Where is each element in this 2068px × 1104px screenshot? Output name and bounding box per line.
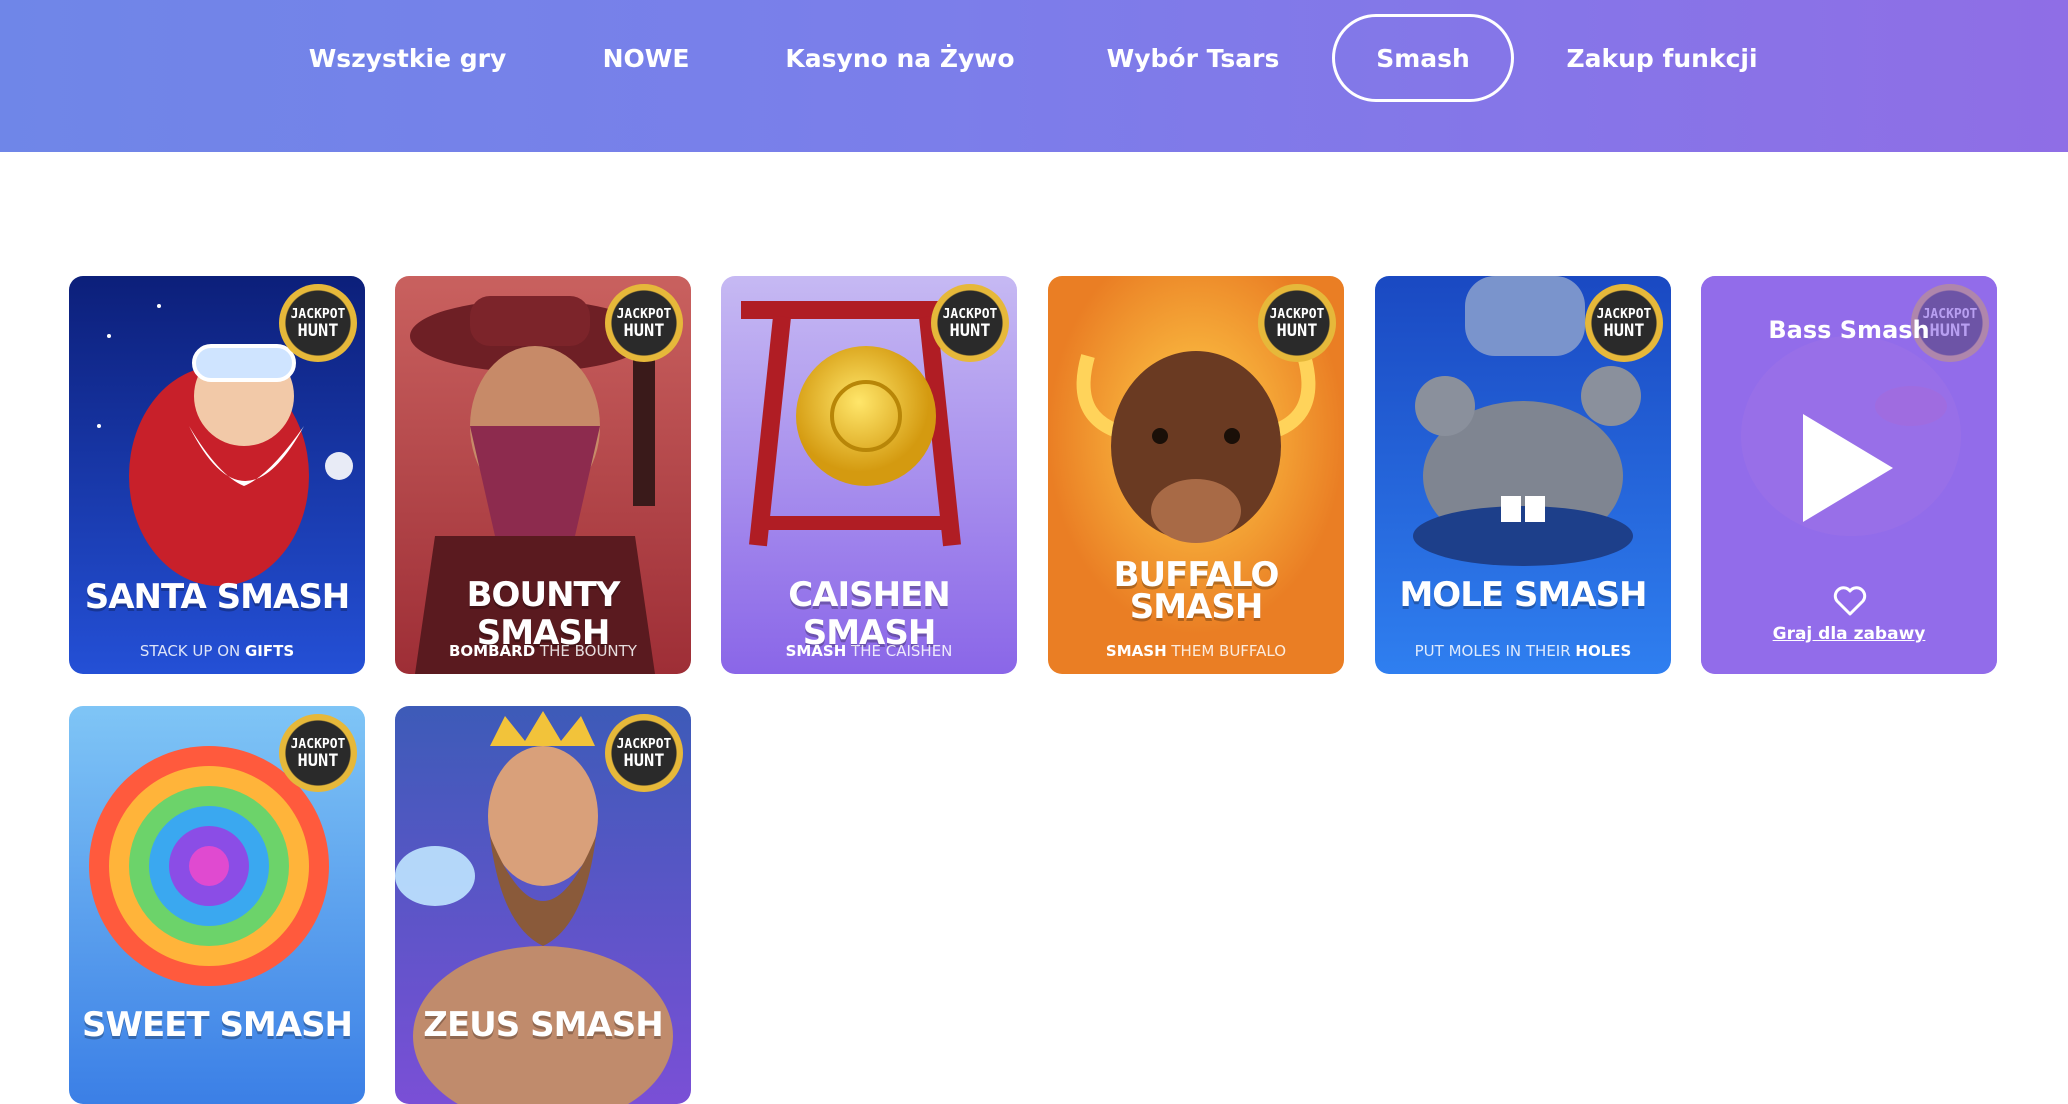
game-title: MOLE SMASH — [1399, 575, 1647, 615]
game-card-bass-smash[interactable]: JACKPOT HUNT Bass Smash Graj dla zabawy — [1701, 276, 1997, 674]
play-icon[interactable] — [1803, 414, 1893, 522]
jackpot-hunt-badge: JACKPOT HUNT — [605, 714, 683, 792]
game-card-bounty-smash[interactable]: JACKPOT HUNT BOUNTY SMASH BOMBARD THE BOU… — [395, 276, 691, 674]
game-card-sweet-smash[interactable]: JACKPOT HUNT SWEET SMASH — [69, 706, 365, 1104]
game-card-caishen-smash[interactable]: JACKPOT HUNT CAISHEN SMASH SMASH THE CAIS… — [721, 276, 1017, 674]
game-card-santa-smash[interactable]: JACKPOT HUNT SANTA SMASH STACK UP ON GIFT… — [69, 276, 365, 674]
jackpot-hunt-badge: JACKPOT HUNT — [279, 714, 357, 792]
game-title: Bass Smash — [1768, 316, 1930, 344]
game-title: ZEUS SMASH — [423, 1005, 663, 1045]
game-subtitle: STACK UP ON GIFTS — [139, 642, 295, 660]
game-subtitle: SMASH THEM BUFFALO — [1105, 642, 1287, 660]
game-title: SANTA SMASH — [84, 577, 351, 617]
game-title-line-2: SMASH — [1129, 587, 1264, 627]
game-grid: JACKPOT HUNT SANTA SMASH STACK UP ON GIFT… — [0, 0, 2068, 1104]
game-card-zeus-smash[interactable]: JACKPOT HUNT ZEUS SMASH — [395, 706, 691, 1104]
game-title: SWEET SMASH — [81, 1005, 353, 1045]
game-card-mole-smash[interactable]: JACKPOT HUNT MOLE SMASH PUT MOLES IN THEI… — [1375, 276, 1671, 674]
game-subtitle: SMASH THE CAISHEN — [785, 642, 953, 660]
game-title: CAISHEN SMASH — [788, 575, 951, 653]
game-card-buffalo-smash[interactable]: JACKPOT HUNT BUFFALO SMASH SMASH THEM BUF… — [1048, 276, 1344, 674]
jackpot-hunt-badge: JACKPOT HUNT — [605, 284, 683, 362]
heart-icon[interactable] — [1833, 586, 1867, 616]
game-title: BOUNTY SMASH — [466, 575, 621, 653]
jackpot-hunt-badge: JACKPOT HUNT — [279, 284, 357, 362]
jackpot-hunt-badge: JACKPOT HUNT — [931, 284, 1009, 362]
jackpot-hunt-badge: JACKPOT HUNT — [1258, 284, 1336, 362]
game-subtitle: BOMBARD THE BOUNTY — [449, 642, 637, 660]
jackpot-hunt-badge: JACKPOT HUNT — [1585, 284, 1663, 362]
play-for-fun-link[interactable]: Graj dla zabawy — [1701, 624, 1997, 644]
game-subtitle: PUT MOLES IN THEIR HOLES — [1414, 642, 1632, 660]
